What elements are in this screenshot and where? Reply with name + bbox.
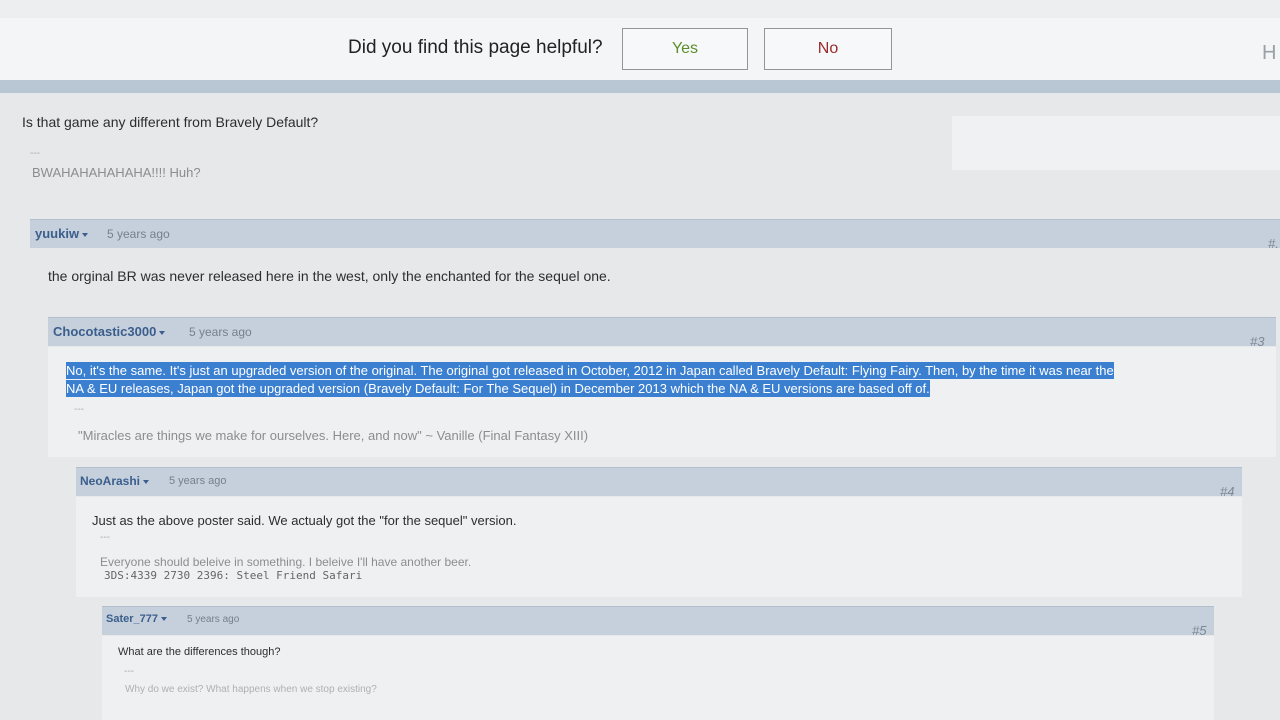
username-link[interactable]: Sater_777 xyxy=(106,613,167,625)
post-header: Sater_777 5 years ago #5 xyxy=(102,606,1214,638)
signature-separator: --- xyxy=(100,532,110,543)
dropdown-caret-icon[interactable] xyxy=(161,617,167,622)
post-text: Just as the above poster said. We actual… xyxy=(92,513,517,528)
top-strip xyxy=(0,0,1280,19)
post-text: What are the differences though? xyxy=(118,646,281,658)
yes-button[interactable]: Yes xyxy=(622,28,748,70)
previous-post-header xyxy=(0,80,1280,93)
no-button[interactable]: No xyxy=(764,28,892,70)
post-text: the orginal BR was never released here i… xyxy=(48,268,611,284)
signature-separator: --- xyxy=(124,666,134,677)
username-link[interactable]: Chocotastic3000 xyxy=(53,324,166,339)
dropdown-caret-icon[interactable] xyxy=(82,232,89,237)
post-text: Is that game any different from Bravely … xyxy=(22,114,319,130)
signature-friend-code: 3DS:4339 2730 2396: Steel Friend Safari xyxy=(104,569,363,582)
post-number[interactable]: #. xyxy=(1268,236,1279,251)
post-header: Chocotastic3000 5 years ago #3 xyxy=(48,317,1276,349)
feedback-question: Did you find this page helpful? xyxy=(348,37,603,58)
post-header: NeoArashi 5 years ago #4 xyxy=(76,467,1242,499)
dropdown-caret-icon[interactable] xyxy=(143,479,150,484)
username-link[interactable]: NeoArashi xyxy=(80,474,150,488)
dropdown-caret-icon[interactable] xyxy=(159,330,166,335)
post-time: 5 years ago xyxy=(187,614,240,625)
post-text: No, it's the same. It's just an upgraded… xyxy=(66,362,1256,398)
post-header: yuukiw 5 years ago #. xyxy=(30,219,1280,251)
side-panel xyxy=(952,116,1280,170)
post-time: 5 years ago xyxy=(189,325,252,339)
selected-text-line-1: No, it's the same. It's just an upgraded… xyxy=(66,362,1114,379)
username-link[interactable]: yuukiw xyxy=(35,226,89,241)
feedback-bar: Did you find this page helpful? Yes No H xyxy=(0,18,1280,81)
post-body-panel xyxy=(76,497,1242,597)
signature: Everyone should beleive in something. I … xyxy=(100,555,472,569)
post-time: 5 years ago xyxy=(107,227,170,241)
signature: BWAHAHAHAHAHA!!!! Huh? xyxy=(32,165,201,180)
cut-off-button-edge[interactable]: H xyxy=(1262,42,1276,65)
signature-separator: --- xyxy=(74,404,84,415)
signature-separator: --- xyxy=(30,148,40,159)
signature: "Miracles are things we make for ourselv… xyxy=(78,428,589,443)
selected-text-line-2: NA & EU releases, Japan got the upgraded… xyxy=(66,380,930,397)
post-time: 5 years ago xyxy=(169,475,227,487)
signature: Why do we exist? What happens when we st… xyxy=(125,684,377,695)
